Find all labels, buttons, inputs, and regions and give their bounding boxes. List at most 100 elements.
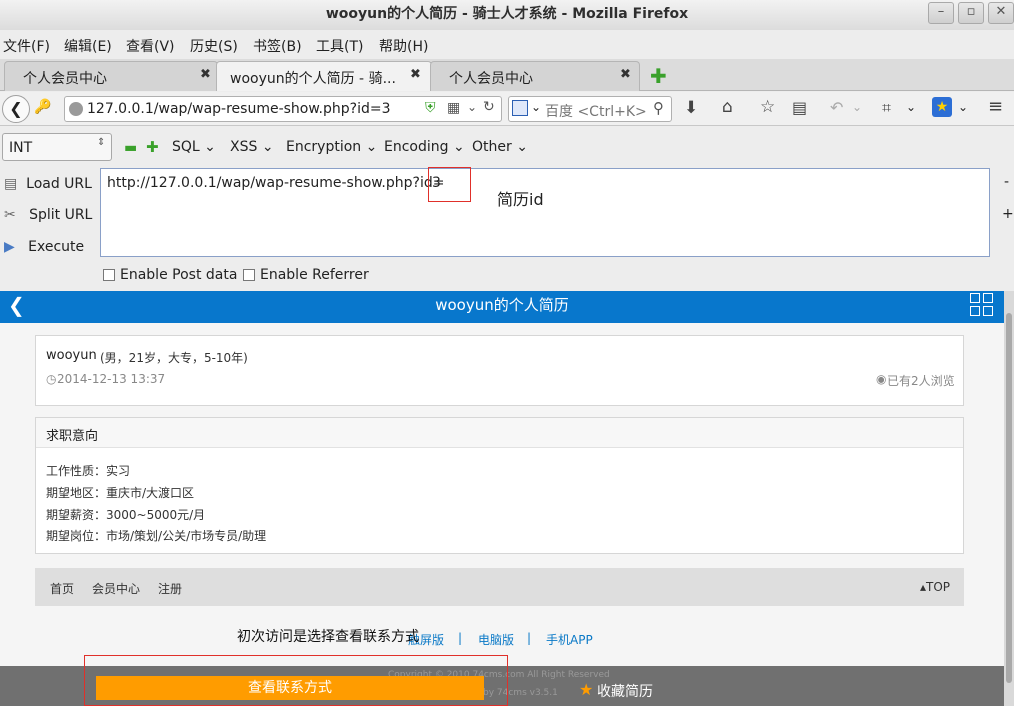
hackbar-minus[interactable]: - (1004, 174, 1009, 190)
back-to-top-link[interactable]: ▴TOP (920, 580, 950, 594)
resume-name: wooyun (46, 348, 97, 363)
page-title: wooyun的个人简历 (435, 296, 569, 314)
field-work-type: 工作性质：实习 (46, 464, 131, 478)
search-icon[interactable]: ⚲ (653, 99, 664, 117)
tab-member-center-1[interactable]: 个人会员中心 (4, 61, 218, 91)
favorite-resume-button[interactable]: 收藏简历 (597, 681, 653, 701)
mobile-app-link[interactable]: 手机APP (546, 631, 593, 648)
resume-name-info: (男，21岁，大专，5-10年) (100, 351, 248, 365)
enable-post-checkbox[interactable] (103, 269, 115, 281)
star-icon: ★ (579, 680, 594, 699)
resume-summary-card: wooyun (男，21岁，大专，5-10年) ◷ 2014-12-13 13:… (35, 335, 964, 406)
chevron-down-icon[interactable]: ⌄ (906, 100, 916, 114)
pc-version-link[interactable]: 电脑版 (478, 631, 514, 648)
url-bar[interactable]: 127.0.0.1/wap/wap-resume-show.php?id=3 ⛨… (64, 96, 502, 122)
execute-button[interactable]: ▶ Execute (4, 239, 84, 255)
decrease-icon[interactable]: ▬ (124, 140, 137, 156)
chevron-down-icon[interactable]: ⌄ (531, 100, 541, 114)
reading-list-icon[interactable]: ▤ (792, 98, 807, 117)
maximize-button[interactable]: ▫ (958, 2, 984, 24)
id-highlight-box (428, 167, 471, 202)
minimize-button[interactable]: – (928, 2, 954, 24)
search-input[interactable]: 百度 <Ctrl+K> (545, 101, 647, 121)
eye-icon: ◉ (876, 372, 887, 386)
view-count: 已有2人浏览 (887, 374, 955, 388)
undo-icon[interactable]: ↶ (830, 98, 843, 117)
menu-bookmarks[interactable]: 书签(B) (253, 36, 302, 56)
field-location: 期望地区：重庆市/大渡口区 (46, 486, 195, 500)
tab-label: 个人会员中心 (23, 71, 107, 87)
hackbar-sql-menu[interactable]: SQL ⌄ (172, 139, 216, 155)
screenshot-icon[interactable]: ⌗ (882, 98, 891, 118)
addon-star-icon[interactable]: ★ (932, 97, 952, 117)
load-icon: ▤ (4, 176, 18, 192)
reload-icon[interactable]: ↻ (483, 99, 495, 115)
back-arrow-icon[interactable]: ❮ (8, 293, 25, 317)
footer-home-link[interactable]: 首页 (50, 580, 74, 597)
menu-view[interactable]: 查看(V) (126, 36, 175, 56)
scrollbar[interactable] (1004, 291, 1014, 706)
new-tab-icon[interactable]: ✚ (650, 64, 667, 88)
hackbar-url-textarea[interactable]: http://127.0.0.1/wap/wap-resume-show.php… (100, 168, 990, 257)
footer-nav: 首页 会员中心 注册 ▴TOP (35, 568, 964, 606)
footer-member-link[interactable]: 会员中心 (92, 580, 140, 597)
tab-resume[interactable]: wooyun的个人简历 - 骑... (216, 61, 432, 91)
section-title: 求职意向 (46, 429, 99, 444)
tab-label: wooyun的个人简历 - 骑... (230, 71, 396, 87)
search-bar[interactable]: ⌄ 百度 <Ctrl+K> ⚲ (508, 96, 672, 122)
grid-menu-icon[interactable] (970, 293, 994, 317)
shield-icon[interactable]: ⛨ (425, 100, 436, 116)
chevron-down-icon[interactable]: ⌄ (852, 100, 862, 114)
hackbar-url-text: http://127.0.0.1/wap/wap-resume-show.php… (107, 175, 445, 191)
job-intention-card: 求职意向 工作性质：实习 期望地区：重庆市/大渡口区 期望薪资：3000~500… (35, 417, 964, 554)
hamburger-menu-icon[interactable]: ≡ (988, 96, 1003, 117)
qr-icon[interactable]: ▦ (447, 100, 460, 116)
hackbar-encryption-menu[interactable]: Encryption ⌄ (286, 139, 377, 155)
menu-help[interactable]: 帮助(H) (379, 36, 428, 56)
split-url-button[interactable]: ✂ Split URL (4, 207, 92, 223)
contact-highlight-box (84, 655, 508, 706)
hackbar-other-menu[interactable]: Other ⌄ (472, 139, 528, 155)
window-title-bar: wooyun的个人简历 - 骑士人才系统 - Mozilla Firefox (0, 0, 1014, 30)
tab-close-icon[interactable]: ✖ (620, 67, 631, 82)
baidu-engine-icon[interactable] (512, 100, 528, 116)
close-window-button[interactable]: ✕ (988, 2, 1014, 24)
clock-icon: ◷ (46, 372, 57, 386)
separator: | (527, 631, 532, 645)
separator: | (458, 631, 463, 645)
enable-referrer-label: Enable Referrer (260, 267, 369, 283)
load-url-button[interactable]: ▤ Load URL (4, 176, 92, 192)
select-arrows-icon: ⇕ (97, 137, 106, 148)
scrollbar-thumb[interactable] (1006, 313, 1012, 683)
resume-date: 2014-12-13 13:37 (57, 372, 166, 386)
tab-close-icon[interactable]: ✖ (410, 67, 421, 82)
play-icon: ▶ (4, 239, 15, 255)
wap-header: wooyun的个人简历 (0, 291, 1004, 323)
enable-referrer-checkbox[interactable] (243, 269, 255, 281)
chevron-down-icon[interactable]: ⌄ (958, 100, 968, 114)
tab-member-center-2[interactable]: 个人会员中心 (430, 61, 640, 91)
back-icon[interactable]: ❮ (2, 95, 30, 123)
menu-tools[interactable]: 工具(T) (316, 36, 363, 56)
hackbar-plus[interactable]: + (1002, 206, 1014, 222)
download-icon[interactable]: ⬇ (684, 98, 698, 118)
footer-register-link[interactable]: 注册 (158, 580, 182, 597)
url-text: 127.0.0.1/wap/wap-resume-show.php?id=3 (87, 101, 391, 117)
increase-icon[interactable]: ✚ (146, 138, 159, 156)
identity-key-icon[interactable]: 🔑 (34, 99, 51, 115)
resume-id-annotation: 简历id (497, 190, 544, 209)
menu-edit[interactable]: 编辑(E) (64, 36, 112, 56)
home-icon[interactable]: ⌂ (722, 97, 733, 117)
tab-close-icon[interactable]: ✖ (200, 67, 211, 82)
menu-bar: 文件(F) 编辑(E) 查看(V) 历史(S) 书签(B) 工具(T) 帮助(H… (0, 32, 1014, 58)
hackbar-xss-menu[interactable]: XSS ⌄ (230, 139, 274, 155)
hackbar-type-select[interactable]: INT ⇕ (2, 133, 112, 161)
chevron-down-icon[interactable]: ⌄ (467, 100, 477, 114)
hackbar-encoding-menu[interactable]: Encoding ⌄ (384, 139, 465, 155)
field-position: 期望岗位：市场/策划/公关/市场专员/助理 (46, 529, 267, 543)
globe-icon (69, 102, 83, 116)
menu-history[interactable]: 历史(S) (190, 36, 238, 56)
bookmark-star-icon[interactable]: ☆ (760, 97, 775, 117)
window-title: wooyun的个人简历 - 骑士人才系统 - Mozilla Firefox (325, 6, 689, 22)
menu-file[interactable]: 文件(F) (3, 36, 50, 56)
